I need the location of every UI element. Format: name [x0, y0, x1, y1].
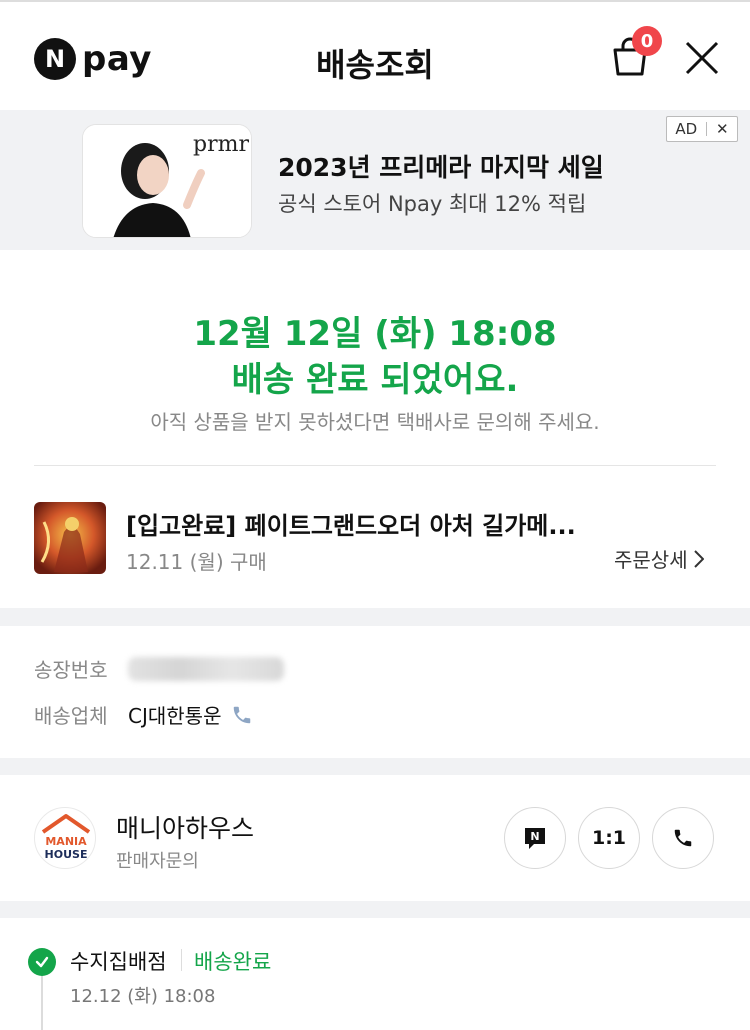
- seller-logo: MANIA HOUSE: [34, 807, 96, 869]
- mania-house-logo: MANIA HOUSE: [41, 814, 91, 861]
- timeline-status: 배송완료: [194, 950, 272, 974]
- section-gap: [0, 758, 750, 775]
- invoice-row: 송장번호: [34, 654, 284, 683]
- purchase-date: 12.11 (월) 구매: [126, 550, 267, 574]
- seller-inquiry-label: 판매자문의: [116, 851, 199, 872]
- order-detail-label: 주문상세: [614, 548, 688, 572]
- ad-label: AD: [675, 120, 698, 138]
- one-on-one-chat-button[interactable]: 1:1: [578, 807, 640, 869]
- ad-title: 2023년 프리메라 마지막 세일: [278, 153, 604, 182]
- delivery-message: 배송 완료 되었어요.: [231, 360, 519, 400]
- carrier-phone-icon[interactable]: [231, 704, 253, 726]
- carrier-label: 배송업체: [34, 704, 108, 728]
- ad-image: prmr: [82, 124, 252, 238]
- section-divider: [34, 465, 716, 466]
- delivery-status-section: 12월 12일 (화) 18:08 배송 완료 되었어요. 아직 상품을 받지 …: [0, 250, 750, 608]
- timeline-line: [41, 976, 43, 1030]
- timeline-location: 수지집배점: [70, 950, 167, 974]
- ad-subtitle: 공식 스토어 Npay 최대 12% 적립: [278, 192, 587, 216]
- phone-icon: [674, 829, 692, 847]
- invoice-number-redacted: [128, 656, 284, 681]
- ad-banner[interactable]: prmr 2023년 프리메라 마지막 세일 공식 스토어 Npay 최대 12…: [0, 110, 750, 250]
- seller-section: MANIA HOUSE 매니아하우스 판매자문의 N 1:1: [0, 775, 750, 901]
- invoice-label: 송장번호: [34, 658, 108, 682]
- chevron-right-icon: [693, 549, 704, 568]
- carrier-name: CJ대한통운: [128, 704, 222, 728]
- svg-text:HOUSE: HOUSE: [45, 848, 88, 861]
- ad-close-icon[interactable]: ✕: [716, 120, 729, 138]
- one-on-one-label: 1:1: [591, 827, 627, 849]
- naver-talk-icon: N: [525, 828, 545, 849]
- product-image: [34, 502, 106, 574]
- svg-text:prmr: prmr: [193, 132, 249, 157]
- timeline-time: 12.12 (화) 18:08: [70, 986, 216, 1007]
- cart-count-badge: 0: [632, 26, 662, 56]
- svg-text:N: N: [530, 830, 539, 843]
- tracking-timeline: 수지집배점 배송완료 12.12 (화) 18:08: [0, 918, 750, 1030]
- ad-model-illustration: prmr: [83, 125, 251, 237]
- product-thumbnail[interactable]: [34, 502, 106, 574]
- timeline-divider: [181, 949, 182, 971]
- svg-text:MANIA: MANIA: [45, 835, 87, 848]
- ad-badge-divider: [706, 122, 708, 136]
- close-icon[interactable]: [684, 40, 720, 76]
- seller-call-button[interactable]: [652, 807, 714, 869]
- delivery-note: 아직 상품을 받지 못하셨다면 택배사로 문의해 주세요.: [150, 410, 600, 434]
- section-gap: [0, 901, 750, 918]
- carrier-row: 배송업체 CJ대한통운: [34, 700, 253, 729]
- product-name[interactable]: [입고완료] 페이트그랜드오더 아처 길가메...: [126, 506, 576, 541]
- tracking-info-section: 송장번호 배송업체 CJ대한통운: [0, 626, 750, 758]
- check-icon: [28, 948, 56, 976]
- naver-talk-button[interactable]: N: [504, 807, 566, 869]
- delivery-date: 12월 12일 (화) 18:08: [193, 314, 557, 354]
- section-gap: [0, 608, 750, 626]
- header-bar: N pay 배송조회 0: [0, 0, 750, 110]
- ad-badge[interactable]: AD ✕: [666, 116, 738, 142]
- order-detail-link[interactable]: 주문상세: [614, 544, 704, 573]
- seller-name[interactable]: 매니아하우스: [116, 809, 254, 845]
